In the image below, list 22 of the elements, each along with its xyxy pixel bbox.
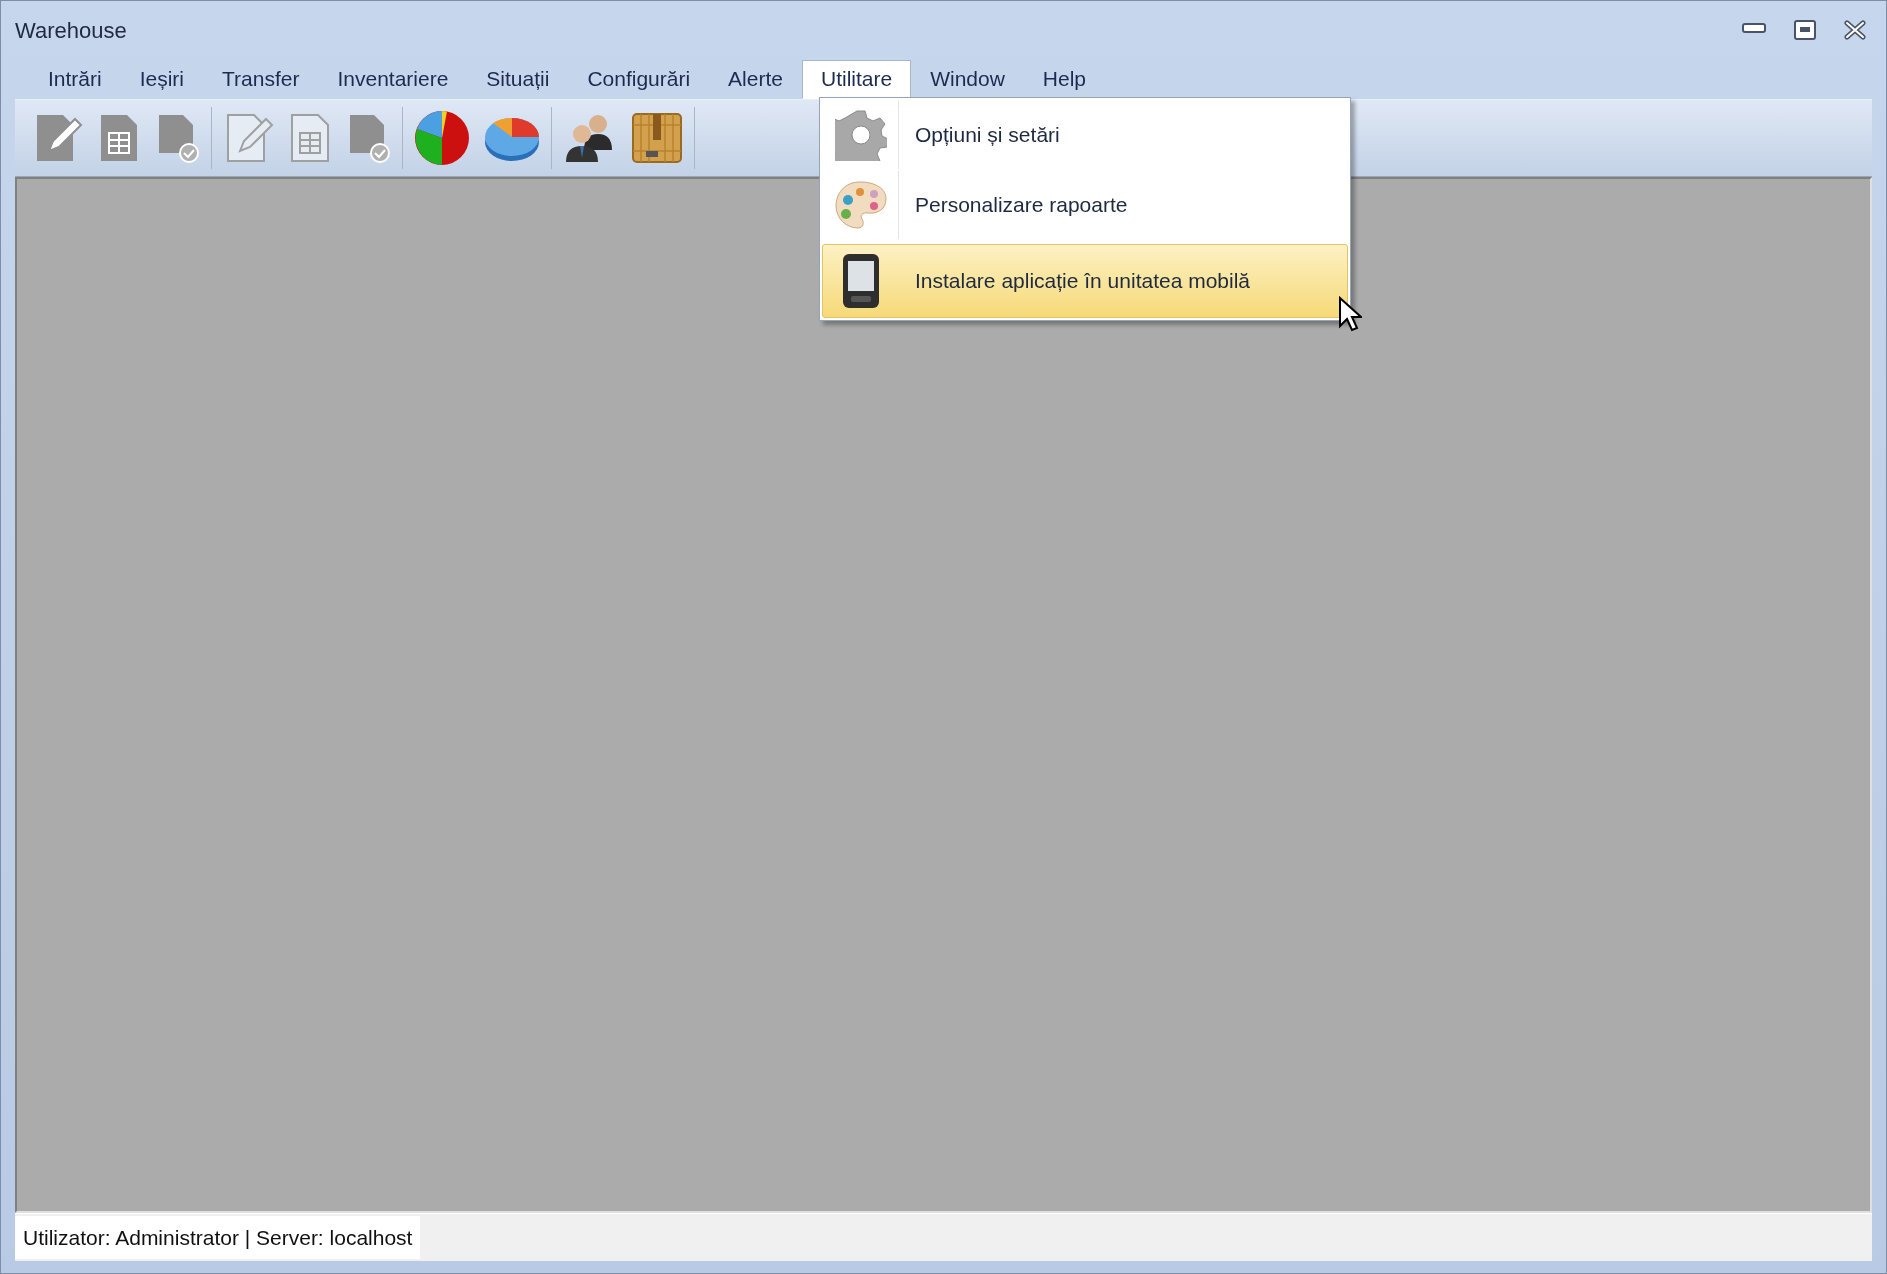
dropdown-item[interactable]: Instalare aplicație în unitatea mobilă	[822, 244, 1348, 318]
handheld-device-icon	[840, 252, 881, 310]
menu-item[interactable]: Window	[911, 59, 1024, 99]
menu-item[interactable]: Transfer	[203, 59, 319, 99]
minimize-icon[interactable]	[1742, 20, 1766, 34]
status-text: Utilizator: Administrator | Server: localhost	[15, 1215, 421, 1260]
menu-item[interactable]: Utilitare	[801, 59, 912, 99]
menu-item[interactable]: Alerte	[709, 59, 802, 99]
palette-icon	[833, 180, 888, 230]
menu-item[interactable]: Help	[1023, 59, 1106, 99]
gear-icon	[834, 109, 887, 161]
menu-item[interactable]: Intrări	[29, 59, 121, 99]
close-icon[interactable]	[1844, 20, 1866, 40]
box-icon[interactable]	[630, 111, 684, 165]
menu-item[interactable]: Configurări	[568, 59, 710, 99]
menu-item[interactable]: Situații	[467, 59, 569, 99]
menu-item[interactable]: Ieșiri	[120, 59, 204, 99]
window-title: Warehouse	[15, 16, 127, 45]
dropdown-item[interactable]: Personalizare rapoarte	[822, 170, 1348, 240]
pie-chart-icon[interactable]	[413, 109, 471, 167]
maximize-icon[interactable]	[1794, 20, 1816, 40]
menu-item[interactable]: Inventariere	[318, 59, 468, 99]
